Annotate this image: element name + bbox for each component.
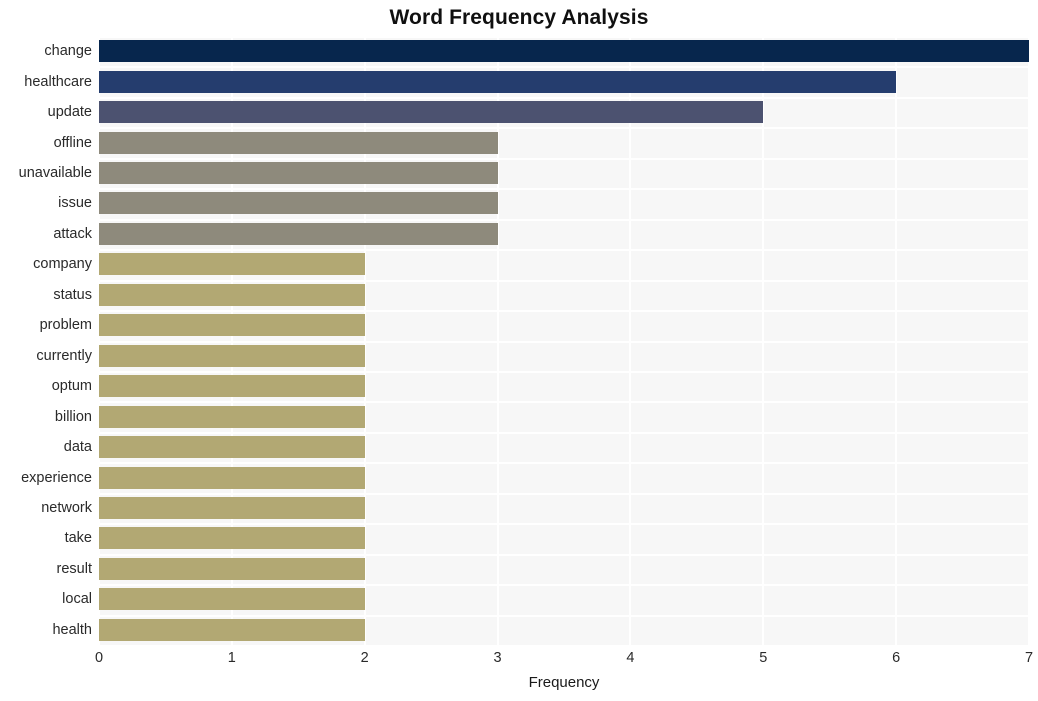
bar — [99, 314, 365, 336]
y-tick-label: billion — [54, 409, 92, 425]
y-tick-label: result — [56, 561, 92, 577]
y-tick-label: healthcare — [24, 74, 92, 90]
y-tick-label: update — [47, 104, 92, 120]
bar — [99, 284, 365, 306]
x-tick-label: 1 — [227, 650, 236, 666]
y-tick-label: problem — [39, 317, 92, 333]
bar — [99, 619, 365, 641]
y-tick-label: company — [33, 256, 92, 272]
bar — [99, 497, 365, 519]
bar — [99, 588, 365, 610]
bar — [99, 162, 498, 184]
y-tick-label: data — [63, 439, 92, 455]
x-tick-label: 4 — [626, 650, 635, 666]
bar — [99, 223, 498, 245]
bar — [99, 467, 365, 489]
bar — [99, 527, 365, 549]
x-tick-label: 7 — [1024, 650, 1034, 666]
x-tick-label: 6 — [892, 650, 901, 666]
x-tick-label: 3 — [493, 650, 502, 666]
bar — [99, 345, 365, 367]
bar — [99, 406, 365, 428]
bar — [99, 71, 896, 93]
y-tick-label: issue — [58, 195, 92, 211]
y-axis-tick-labels: change healthcare update offline unavailable… — [0, 36, 92, 645]
x-tick-label: 2 — [360, 650, 369, 666]
x-axis-title: Frequency — [528, 674, 600, 691]
bar — [99, 40, 1029, 62]
word-frequency-chart: Word Frequency Analysis change healthcare… — [0, 0, 1038, 701]
y-tick-label: local — [62, 591, 92, 607]
y-tick-label: take — [64, 530, 92, 546]
bar — [99, 192, 498, 214]
y-tick-label: optum — [51, 378, 92, 394]
y-tick-label: attack — [53, 226, 92, 242]
y-tick-label: change — [44, 43, 92, 59]
y-tick-label: experience — [21, 470, 92, 486]
bar — [99, 436, 365, 458]
plot-area — [99, 36, 1029, 645]
y-tick-label: health — [52, 622, 92, 638]
bar — [99, 558, 365, 580]
bar — [99, 375, 365, 397]
x-axis-tick-labels: 0 1 2 3 4 5 6 7 — [95, 650, 1033, 672]
y-tick-label: status — [53, 287, 92, 303]
bars-container — [99, 36, 1029, 645]
y-tick-label: unavailable — [18, 165, 92, 181]
bar — [99, 101, 763, 123]
x-tick-label: 5 — [759, 650, 768, 666]
bar — [99, 253, 365, 275]
y-tick-label: currently — [36, 348, 92, 364]
y-tick-label: network — [41, 500, 92, 516]
x-tick-label: 0 — [94, 650, 104, 666]
chart-title: Word Frequency Analysis — [389, 6, 649, 29]
y-tick-label: offline — [53, 135, 92, 151]
bar — [99, 132, 498, 154]
